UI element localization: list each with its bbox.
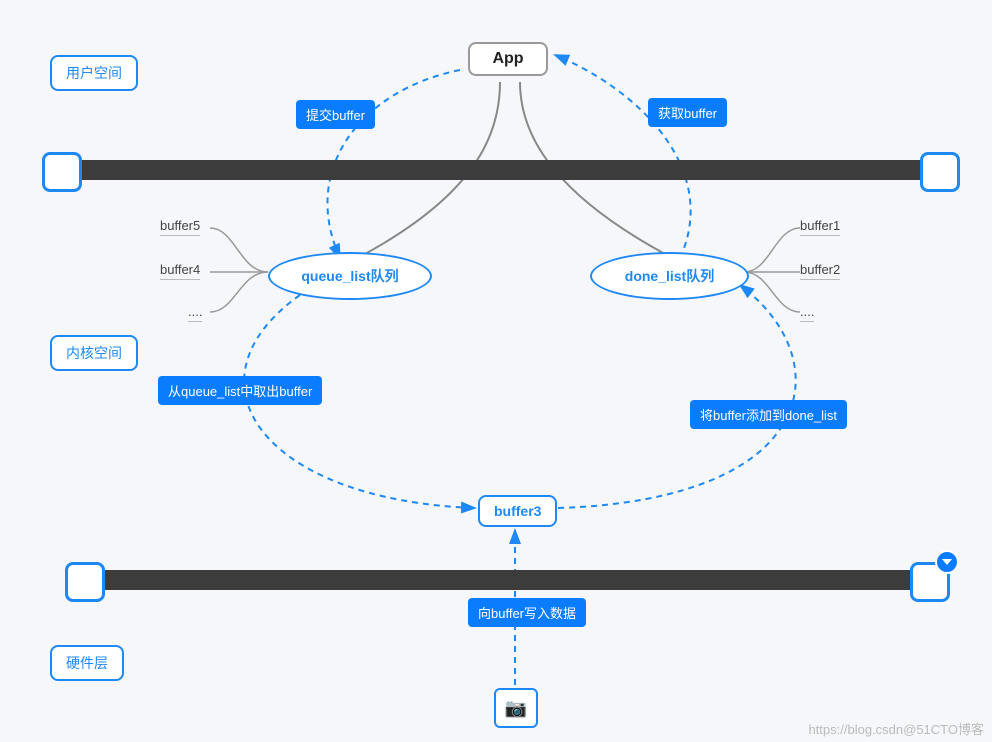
- watermark-text: https://blog.csdn@51CTO博客: [808, 719, 984, 738]
- layer-user-space: 用户空间: [50, 55, 138, 91]
- divider-kernel-hw: [85, 570, 935, 590]
- dropdown-toggle-icon[interactable]: [935, 550, 959, 574]
- node-queue-list[interactable]: queue_list队列: [268, 252, 432, 300]
- leaf-buffer4: buffer4: [160, 262, 200, 280]
- node-buffer3[interactable]: buffer3: [478, 495, 557, 527]
- leaf-buffer2: buffer2: [800, 262, 840, 280]
- connector-layer: [0, 0, 992, 742]
- layer-kernel-space: 内核空间: [50, 335, 138, 371]
- leaf-buffer1: buffer1: [800, 218, 840, 236]
- divider-handle-left-2[interactable]: [65, 562, 105, 602]
- camera-icon[interactable]: 📷: [494, 688, 538, 728]
- leaf-buffer5: buffer5: [160, 218, 200, 236]
- edge-label-take: 从queue_list中取出buffer: [158, 376, 322, 405]
- divider-user-kernel: [65, 160, 935, 180]
- leaf-queue-dots: ....: [188, 304, 202, 322]
- edge-label-add: 将buffer添加到done_list: [690, 400, 847, 429]
- layer-hardware: 硬件层: [50, 645, 124, 681]
- edge-label-write: 向buffer写入数据: [468, 598, 586, 627]
- node-done-list[interactable]: done_list队列: [590, 252, 749, 300]
- leaf-done-dots: ....: [800, 304, 814, 322]
- edge-label-submit: 提交buffer: [296, 100, 375, 129]
- node-app[interactable]: App: [468, 42, 548, 76]
- divider-handle-right-1[interactable]: [920, 152, 960, 192]
- divider-handle-left-1[interactable]: [42, 152, 82, 192]
- edge-label-fetch: 获取buffer: [648, 98, 727, 127]
